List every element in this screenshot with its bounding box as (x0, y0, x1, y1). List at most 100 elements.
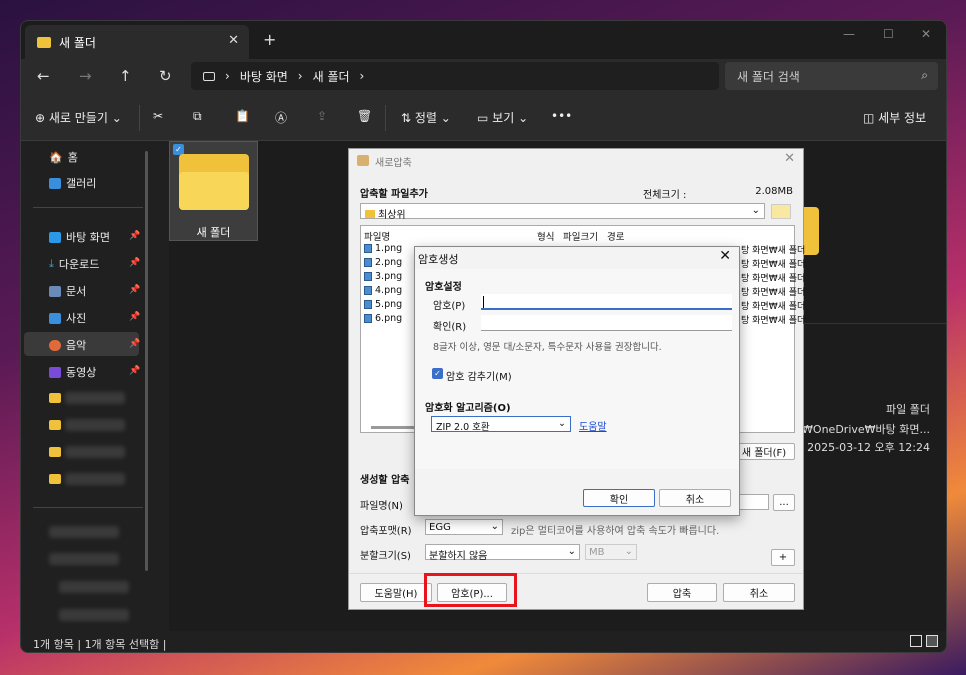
section-add-files: 압축할 파일추가 (360, 189, 428, 200)
minimize-button[interactable]: — (843, 27, 855, 41)
new-button[interactable]: ⊕ 새로 만들기 ⌄ (35, 109, 122, 126)
sidebar-item-pictures[interactable]: 사진 (49, 310, 86, 326)
paste-icon[interactable]: 📋 (235, 109, 250, 123)
pw-close-button[interactable]: ✕ (719, 248, 731, 264)
help-link[interactable]: 도움말 (579, 418, 607, 433)
col-format[interactable]: 형식 (537, 229, 554, 243)
pictures-icon (49, 312, 61, 324)
list-item[interactable]: 5.png (364, 299, 402, 310)
list-item[interactable]: 1.png (364, 243, 402, 254)
ok-button[interactable]: 확인 (583, 489, 655, 507)
pin-icon: 📌 (129, 366, 141, 376)
png-icon (364, 258, 372, 267)
confirm-input[interactable] (481, 315, 732, 331)
add-button[interactable]: + (771, 549, 795, 566)
sidebar-scrollbar[interactable] (145, 151, 148, 571)
nav-bar: ← → ↑ ↻ › 바탕 화면 › 새 폴더 › 새 폴더 검색 ⌕ (21, 59, 946, 95)
breadcrumb-new-folder[interactable]: 새 폴더 (313, 68, 350, 85)
col-path[interactable]: 경로 (607, 229, 624, 243)
status-selected: 1개 항목 선택함 (84, 638, 160, 651)
document-icon (49, 285, 61, 297)
sidebar-item-desktop[interactable]: 바탕 화면 (49, 229, 110, 245)
share-icon[interactable]: ⇪ (317, 109, 327, 123)
location-select[interactable]: 최상위 ⌄ (360, 203, 765, 221)
col-filename[interactable]: 파일명 (364, 229, 390, 243)
compress-button[interactable]: 압축 (647, 583, 717, 602)
format-select[interactable]: EGG ⌄ (425, 519, 503, 535)
new-folder-button[interactable]: 새 폴더(F) (733, 443, 795, 460)
refresh-button[interactable]: ↻ (159, 67, 172, 85)
section-create: 생성할 압축 (360, 475, 410, 486)
blurred-item (65, 392, 125, 404)
sidebar-item-videos[interactable]: 동영상 (49, 364, 96, 380)
password-input[interactable] (481, 294, 732, 310)
forward-button[interactable]: → (79, 67, 92, 85)
password-label: 암호(P) (433, 301, 466, 312)
details-button[interactable]: ◫ 세부 정보 (863, 109, 926, 126)
back-button[interactable]: ← (37, 67, 50, 85)
list-item[interactable]: 2.png (364, 257, 402, 268)
up-button[interactable]: ↑ (119, 67, 132, 85)
view-toggle-icon[interactable] (926, 635, 938, 647)
folder-front (179, 172, 249, 210)
dialog-close-button[interactable]: ✕ (784, 151, 795, 166)
title-bar: 새 폴더 ✕ + — ☐ ✕ (21, 21, 946, 59)
col-size[interactable]: 파일크기 (563, 229, 598, 243)
videos-icon (49, 366, 61, 378)
sort-button[interactable]: ⇅ 정렬 ⌄ (401, 109, 451, 126)
browse-button[interactable]: ... (773, 494, 795, 511)
folder-up-icon[interactable] (771, 204, 791, 219)
command-bar: ⊕ 새로 만들기 ⌄ ✂ ⧉ 📋 Ⓐ ⇪ 🗑 ⇅ 정렬 ⌄ ▭ 보기 ⌄ •••… (21, 95, 946, 141)
breadcrumb-desktop[interactable]: 바탕 화면 (240, 68, 288, 85)
divider (139, 105, 140, 131)
delete-icon[interactable]: 🗑 (357, 109, 372, 123)
window-close-button[interactable]: ✕ (921, 27, 931, 41)
split-unit-select[interactable]: MB ⌄ (585, 544, 637, 560)
checkbox-icon[interactable]: ✓ (432, 368, 443, 379)
view-button[interactable]: ▭ 보기 ⌄ (477, 109, 528, 126)
view-toggle-icon[interactable] (910, 635, 922, 647)
detail-type: 파일 폴더 (886, 403, 930, 416)
cancel-button[interactable]: 취소 (723, 583, 795, 602)
help-button[interactable]: 도움말(H) (360, 583, 432, 602)
file-name: 6.png (375, 313, 403, 324)
tab-new-folder[interactable]: 새 폴더 ✕ (25, 25, 249, 59)
blurred-item (59, 609, 129, 621)
sidebar-item-music[interactable]: 음악 (49, 337, 86, 353)
png-icon (364, 314, 372, 323)
search-input[interactable]: 새 폴더 검색 ⌕ (725, 62, 938, 90)
file-path: 탕 화면₩새 폴더 (741, 274, 806, 284)
more-button[interactable]: ••• (551, 109, 572, 123)
sidebar-label: 동영상 (66, 366, 97, 379)
status-count: 1개 항목 (33, 638, 74, 651)
list-item[interactable]: 6.png (364, 313, 402, 324)
rename-icon[interactable]: Ⓐ (275, 109, 287, 126)
status-bar: 1개 항목 | 1개 항목 선택함 | (21, 631, 946, 652)
folder-item[interactable]: ✓ 새 폴더 (169, 141, 258, 241)
detail-date: 2025-03-12 오후 12:24 (807, 441, 930, 454)
new-tab-button[interactable]: + (263, 30, 276, 49)
list-item[interactable]: 4.png (364, 285, 402, 296)
nav-pane: 🏠 홈 갤러리 바탕 화면 📌 ⤓ 다운로드 📌 문서 📌 사진 📌 음악 📌 동영… (21, 141, 156, 631)
password-hint: 8글자 이상, 영문 대/소문자, 특수문자 사용을 권장합니다. (433, 342, 662, 353)
algorithm-label: 암호화 알고리즘(O) (425, 403, 511, 414)
breadcrumb-sep: › (297, 69, 303, 83)
sidebar-item-home[interactable]: 🏠 홈 (49, 149, 78, 165)
sidebar-item-downloads[interactable]: ⤓ 다운로드 (49, 256, 99, 272)
pw-cancel-button[interactable]: 취소 (659, 489, 731, 507)
maximize-button[interactable]: ☐ (883, 27, 894, 41)
sidebar-item-gallery[interactable]: 갤러리 (49, 175, 96, 191)
chevron-down-icon: ⌄ (624, 546, 633, 557)
cut-icon[interactable]: ✂ (153, 109, 163, 123)
split-select[interactable]: 분할하지 않음 ⌄ (425, 544, 580, 562)
algorithm-select[interactable]: ZIP 2.0 호환 ⌄ (431, 416, 571, 433)
file-name: 4.png (375, 285, 403, 296)
copy-icon[interactable]: ⧉ (193, 109, 202, 124)
sidebar-item-documents[interactable]: 문서 (49, 283, 86, 299)
tab-title: 새 폴더 (59, 35, 96, 50)
list-item[interactable]: 3.png (364, 271, 402, 282)
dialog-title: 새로압축 (375, 158, 412, 169)
hide-password-label[interactable]: 암호 감추기(M) (446, 368, 512, 383)
address-bar[interactable]: › 바탕 화면 › 새 폴더 › (191, 62, 719, 90)
tab-close-button[interactable]: ✕ (228, 33, 239, 48)
